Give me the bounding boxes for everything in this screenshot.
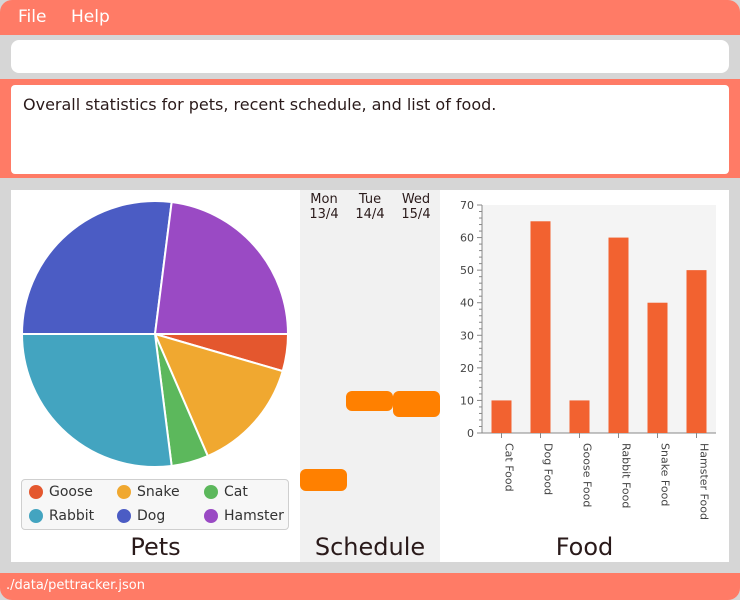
legend-label: Goose (49, 484, 93, 500)
y-tick-label: 10 (460, 394, 474, 407)
y-tick-label: 20 (460, 362, 474, 375)
day-name: Tue (358, 192, 382, 207)
bar-snake-food (647, 302, 668, 433)
schedule-event[interactable] (346, 391, 393, 411)
result-text: Overall statistics for pets, recent sche… (23, 95, 497, 114)
x-tick-label: Goose Food (581, 443, 594, 507)
legend-item-cat: Cat (204, 484, 248, 500)
legend-swatch (29, 485, 43, 499)
menu-file[interactable]: File (18, 7, 46, 27)
y-tick-label: 70 (460, 199, 474, 212)
schedule-day-mon: Mon 13/4 (301, 192, 347, 222)
legend-label: Hamster (224, 508, 284, 524)
x-tick-label: Cat Food (503, 443, 516, 492)
day-date: 15/4 (401, 207, 431, 222)
legend-label: Cat (224, 484, 248, 500)
pie-slice-hamster (153, 200, 290, 335)
plot-area (482, 205, 716, 433)
day-date: 14/4 (355, 207, 385, 222)
y-tick-label: 50 (460, 264, 474, 277)
pets-legend: Goose Snake Cat Rabbit Dog Hamster (21, 479, 289, 530)
legend-label: Dog (137, 508, 166, 524)
schedule-day-wed: Wed 15/4 (393, 192, 439, 222)
y-tick-label: 60 (460, 232, 474, 245)
status-bar: ./data/pettracker.json (0, 573, 740, 600)
command-input[interactable] (11, 40, 729, 73)
y-tick-label: 0 (467, 427, 474, 440)
x-tick-label: Hamster Food (698, 443, 711, 520)
legend-swatch (204, 509, 218, 523)
pets-pie-chart (20, 200, 290, 468)
bar-goose-food (569, 400, 590, 433)
y-tick-label: 30 (460, 329, 474, 342)
food-panel: 0 10 20 30 40 50 60 70 Cat Food Dog Food Goose Foo… (440, 190, 729, 562)
file-path: ./data/pettracker.json (6, 578, 146, 593)
legend-swatch (117, 485, 131, 499)
schedule-day-tue: Tue 14/4 (347, 192, 393, 222)
pets-title: Pets (130, 533, 181, 561)
menu-help[interactable]: Help (71, 7, 110, 27)
pie-slice-rabbit (20, 333, 173, 468)
legend-swatch (29, 509, 43, 523)
schedule-title: Schedule (314, 533, 426, 561)
schedule-event[interactable] (393, 391, 440, 417)
result-display: Overall statistics for pets, recent sche… (11, 85, 729, 174)
bar-dog-food (530, 221, 551, 433)
menu-bar: File Help (0, 0, 740, 35)
bar-hamster-food (686, 270, 707, 433)
bar-rabbit-food (608, 237, 629, 433)
result-panel: Overall statistics for pets, recent sche… (0, 79, 740, 178)
day-name: Mon (310, 192, 338, 207)
statistics-panel: Goose Snake Cat Rabbit Dog Hamster Pets Mon 1… (11, 190, 729, 562)
schedule-event[interactable] (300, 469, 347, 491)
schedule-panel: Mon 13/4 Tue 14/4 Wed 15/4 Schedule (300, 190, 440, 562)
food-title: Food (555, 533, 614, 561)
legend-swatch (204, 485, 218, 499)
y-tick-label: 40 (460, 297, 474, 310)
legend-label: Snake (137, 484, 180, 500)
legend-item-rabbit: Rabbit (29, 508, 94, 524)
pie-slice-dog (20, 200, 173, 335)
x-tick-label: Snake Food (659, 443, 672, 506)
legend-item-snake: Snake (117, 484, 180, 500)
bar-cat-food (491, 400, 512, 433)
legend-item-hamster: Hamster (204, 508, 284, 524)
day-date: 13/4 (309, 207, 339, 222)
legend-item-goose: Goose (29, 484, 93, 500)
legend-label: Rabbit (49, 508, 95, 524)
x-tick-label: Dog Food (542, 443, 555, 495)
legend-swatch (117, 509, 131, 523)
x-tick-label: Rabbit Food (620, 443, 633, 508)
food-bar-chart: 0 10 20 30 40 50 60 70 Cat Food Dog Food Goose Foo… (460, 199, 716, 520)
pets-panel: Goose Snake Cat Rabbit Dog Hamster Pets (11, 190, 300, 562)
legend-item-dog: Dog (117, 508, 165, 524)
day-name: Wed (401, 192, 431, 207)
